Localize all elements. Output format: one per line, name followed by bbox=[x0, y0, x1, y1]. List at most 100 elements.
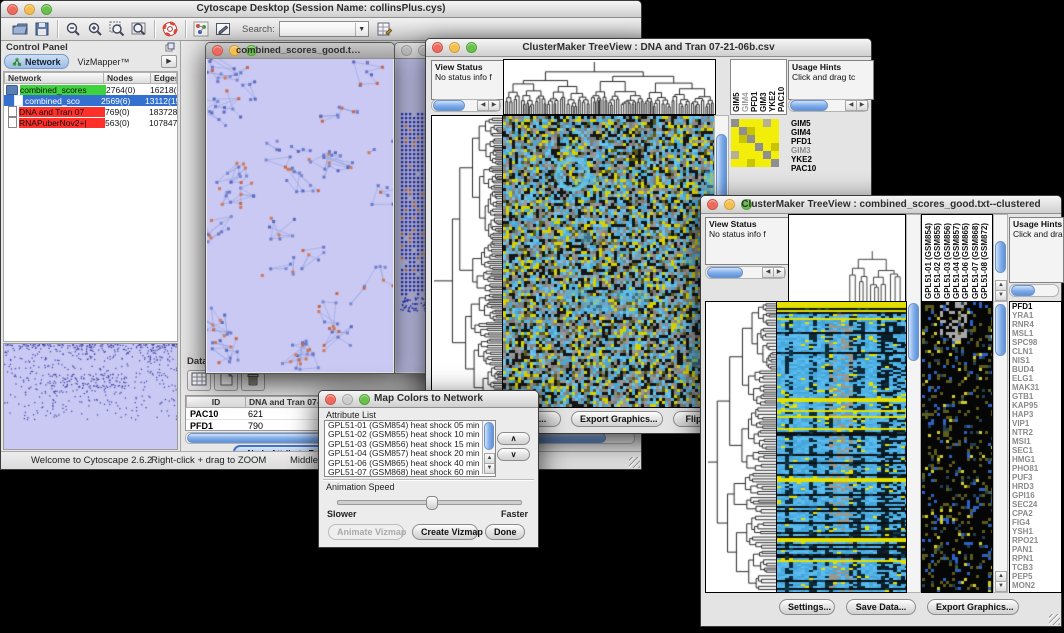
matrix-cell[interactable] bbox=[731, 143, 739, 151]
close-button[interactable] bbox=[432, 42, 443, 53]
gene-label[interactable]: RPO21 bbox=[1012, 536, 1061, 545]
gene-label[interactable]: GPI16 bbox=[1012, 491, 1061, 500]
gene-label[interactable]: SPC98 bbox=[1012, 338, 1061, 347]
gene-label[interactable]: RPN1 bbox=[1012, 554, 1061, 563]
matrix-cell[interactable] bbox=[731, 151, 739, 159]
close-button[interactable] bbox=[325, 394, 336, 405]
gene-label[interactable]: PFD1 bbox=[791, 137, 865, 146]
resize-grip[interactable] bbox=[1049, 614, 1060, 625]
close-button[interactable] bbox=[7, 4, 18, 15]
annotation-icon[interactable] bbox=[213, 20, 233, 39]
matrix-cell[interactable] bbox=[739, 135, 747, 143]
gene-label[interactable]: PAC10 bbox=[791, 164, 865, 173]
export-graphics-button[interactable]: Export Graphics... bbox=[571, 411, 663, 427]
matrix-cell[interactable] bbox=[747, 119, 755, 127]
gene-label[interactable]: BUD4 bbox=[1012, 365, 1061, 374]
animation-speed-slider[interactable] bbox=[337, 500, 522, 505]
matrix-cell[interactable] bbox=[763, 151, 771, 159]
gene-label[interactable]: GTB1 bbox=[1012, 392, 1061, 401]
matrix-cell[interactable] bbox=[755, 135, 763, 143]
settings-button[interactable]: Settings... bbox=[779, 599, 835, 615]
view-status-hscrollbar[interactable]: ◀ ▶ bbox=[431, 99, 501, 112]
network-overview-panel[interactable] bbox=[3, 343, 178, 450]
vizmapper-icon[interactable] bbox=[191, 20, 211, 39]
resize-grip[interactable] bbox=[629, 457, 640, 468]
matrix-cell[interactable] bbox=[771, 119, 779, 127]
matrix-cell[interactable] bbox=[747, 151, 755, 159]
gene-label[interactable]: MON2 bbox=[1012, 581, 1061, 590]
gene-label[interactable]: CLN1 bbox=[1012, 347, 1061, 356]
gene-label[interactable]: YRA1 bbox=[1012, 311, 1061, 320]
matrix-cell[interactable] bbox=[747, 159, 755, 167]
matrix-cell[interactable] bbox=[755, 143, 763, 151]
close-button[interactable] bbox=[707, 199, 718, 210]
network1-titlebar[interactable]: combined_scores_good.txt--cluste... bbox=[206, 43, 394, 59]
gene-label[interactable]: HRD3 bbox=[1012, 482, 1061, 491]
matrix-cell[interactable] bbox=[763, 159, 771, 167]
matrix-cell[interactable] bbox=[763, 143, 771, 151]
save-data-button[interactable]: Save Data... bbox=[846, 599, 916, 615]
network-row[interactable]: DNA and Tran 07769(0)183728(0) bbox=[4, 106, 177, 117]
zoom-heatmap-matrix[interactable] bbox=[731, 119, 779, 167]
matrix-cell[interactable] bbox=[731, 127, 739, 135]
matrix-cell[interactable] bbox=[731, 159, 739, 167]
create-vizmap-button[interactable]: Create Vizmap bbox=[412, 524, 478, 540]
tab-vizmapper[interactable]: VizMapper™ bbox=[72, 57, 136, 67]
scroll-right-icon[interactable]: ▶ bbox=[773, 267, 785, 278]
help-lifesaver-icon[interactable] bbox=[160, 20, 180, 39]
search-combobox[interactable]: ▼ bbox=[279, 21, 369, 37]
gene-label[interactable]: ELG1 bbox=[1012, 374, 1061, 383]
matrix-cell[interactable] bbox=[755, 127, 763, 135]
move-down-button[interactable]: ∨ bbox=[497, 448, 530, 461]
matrix-cell[interactable] bbox=[739, 143, 747, 151]
column-dendrogram[interactable] bbox=[503, 59, 716, 115]
network-row[interactable]: RNAPuberNov2+|563(0)107847(0) bbox=[4, 117, 177, 128]
matrix-cell[interactable] bbox=[755, 159, 763, 167]
gene-label[interactable]: SEC24 bbox=[1012, 500, 1061, 509]
scroll-down-icon[interactable]: ▼ bbox=[995, 581, 1007, 592]
gene-label[interactable]: FIG4 bbox=[1012, 518, 1061, 527]
column-dendrogram[interactable] bbox=[788, 214, 906, 302]
gene-label[interactable]: YKE2 bbox=[791, 155, 865, 164]
more-tabs-button[interactable]: ▶ bbox=[161, 55, 177, 68]
matrix-cell[interactable] bbox=[747, 143, 755, 151]
main-titlebar[interactable]: Cytoscape Desktop (Session Name: collins… bbox=[1, 1, 641, 18]
usage-hints-hscrollbar[interactable] bbox=[1009, 284, 1059, 297]
gene-label[interactable]: HAP3 bbox=[1012, 410, 1061, 419]
gene-label[interactable]: YSH1 bbox=[1012, 527, 1061, 536]
gene-label[interactable]: KAP95 bbox=[1012, 401, 1061, 410]
dialog-titlebar[interactable]: Map Colors to Network bbox=[319, 391, 538, 408]
matrix-cell[interactable] bbox=[739, 159, 747, 167]
zoom-fit-icon[interactable] bbox=[129, 20, 149, 39]
network-row[interactable]: combined_sco2569(6)13112(15) bbox=[4, 95, 177, 106]
gene-label[interactable]: HMG1 bbox=[1012, 455, 1061, 464]
scroll-right-icon[interactable]: ▶ bbox=[856, 100, 868, 111]
gene-label[interactable]: RNR4 bbox=[1012, 320, 1061, 329]
gene-label[interactable]: PEP5 bbox=[1012, 572, 1061, 581]
row-dendrogram[interactable] bbox=[431, 115, 504, 408]
gene-label[interactable]: VIP1 bbox=[1012, 419, 1061, 428]
gene-label[interactable]: NTR2 bbox=[1012, 428, 1061, 437]
matrix-cell[interactable] bbox=[771, 127, 779, 135]
column-labels-vscrollbar[interactable]: ▲ ▼ bbox=[993, 214, 1008, 302]
matrix-cell[interactable] bbox=[739, 127, 747, 135]
matrix-cell[interactable] bbox=[763, 135, 771, 143]
matrix-cell[interactable] bbox=[747, 135, 755, 143]
attribute-listbox[interactable]: ▲ ▼ GPL51-01 (GSM854) heat shock 05 minG… bbox=[324, 420, 496, 477]
gene-list-vscrollbar[interactable]: ▲ ▼ bbox=[993, 301, 1008, 593]
gene-label[interactable]: GIM3 bbox=[791, 146, 865, 155]
scroll-down-icon[interactable]: ▼ bbox=[484, 463, 495, 474]
global-heatmap[interactable] bbox=[502, 115, 715, 408]
matrix-cell[interactable] bbox=[771, 135, 779, 143]
global-heatmap[interactable] bbox=[776, 301, 907, 593]
move-up-button[interactable]: ∧ bbox=[497, 432, 530, 445]
gene-label[interactable]: SEC1 bbox=[1012, 446, 1061, 455]
treeview1-titlebar[interactable]: ClusterMaker TreeView : DNA and Tran 07-… bbox=[426, 39, 871, 57]
matrix-cell[interactable] bbox=[771, 159, 779, 167]
matrix-cell[interactable] bbox=[755, 151, 763, 159]
search-input[interactable] bbox=[280, 23, 355, 35]
close-button[interactable] bbox=[212, 45, 223, 56]
view-status-hscrollbar[interactable]: ◀ ▶ bbox=[705, 266, 786, 279]
heatmap-vscrollbar[interactable] bbox=[906, 214, 921, 593]
network-overview-canvas[interactable] bbox=[4, 344, 177, 449]
